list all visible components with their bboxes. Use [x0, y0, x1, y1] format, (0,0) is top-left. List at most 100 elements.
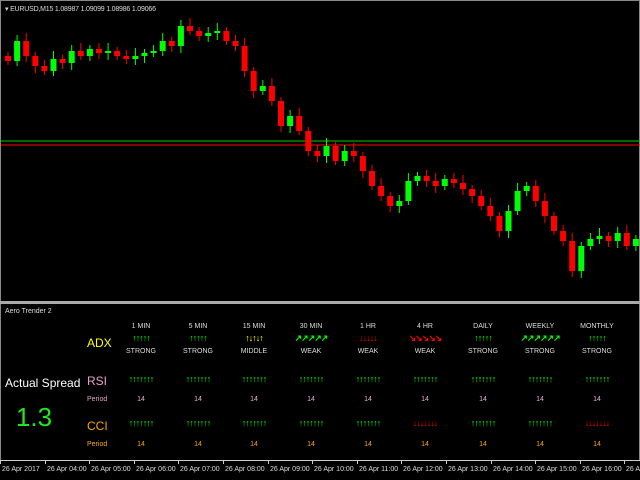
- candle: [232, 35, 239, 51]
- cci-arrows: ↑↑↑↑↑↑↑: [355, 418, 382, 428]
- candle: [241, 38, 248, 77]
- candle-body: [5, 56, 11, 61]
- candle-body: [150, 51, 157, 53]
- timeframe-label: DAILY: [473, 323, 493, 330]
- candle-body: [614, 233, 621, 241]
- axis-tick: [491, 461, 492, 464]
- candle: [596, 228, 603, 244]
- adx-arrows: ↑↑↑↑↑: [474, 333, 493, 343]
- rsi-period-value: 14: [593, 396, 601, 403]
- cci-period-value: 14: [137, 441, 145, 448]
- candle: [323, 138, 330, 163]
- candle-body: [632, 239, 639, 246]
- candle: [114, 47, 121, 60]
- rsi-period-value: 14: [250, 396, 258, 403]
- candle: [268, 78, 275, 106]
- timeframe-label: 15 MIN: [242, 323, 266, 330]
- candle: [560, 225, 567, 246]
- spread-label: Actual Spread: [5, 376, 81, 390]
- candle: [5, 52, 11, 65]
- candle: [441, 175, 448, 190]
- candle-body: [14, 41, 21, 61]
- candle-body: [296, 116, 303, 131]
- axis-tick: [134, 461, 135, 464]
- axis-tick: [401, 461, 402, 464]
- candle: [369, 165, 375, 190]
- candle-body: [96, 49, 102, 53]
- rsi-arrows: ↑↑↑↑↑↑↑: [470, 374, 497, 384]
- timeframe-label: WEEKLY: [525, 323, 555, 330]
- candle-body: [505, 211, 512, 231]
- candle: [578, 242, 585, 278]
- rsi-period-value: 14: [421, 396, 429, 403]
- candle: [378, 178, 385, 201]
- candle: [505, 205, 512, 238]
- cci-period-value: 14: [307, 441, 315, 448]
- candle: [68, 45, 75, 70]
- candle: [23, 33, 30, 62]
- candle-body: [278, 101, 284, 126]
- cci-arrows: ↑↑↑↑↑↑↑: [241, 418, 268, 428]
- candle-body: [350, 151, 357, 156]
- axis-tick: [89, 461, 90, 464]
- time-label: 26 Apr 13:00: [448, 466, 488, 473]
- cci-arrows: ↑↑↑↑↑↑↑: [185, 418, 212, 428]
- candle-body: [332, 146, 339, 161]
- adx-strength: WEAK: [300, 348, 322, 355]
- candle: [460, 175, 466, 195]
- axis-tick: [446, 461, 447, 464]
- candle: [159, 33, 166, 56]
- adx-strength: STRONG: [582, 348, 612, 355]
- candle: [414, 172, 421, 186]
- rsi-period-value: 14: [479, 396, 487, 403]
- candle: [341, 145, 348, 166]
- candle-body: [478, 196, 485, 206]
- cci-period-value: 14: [364, 441, 372, 448]
- time-label: 26 Apr 06:00: [136, 466, 176, 473]
- candle: [569, 233, 576, 277]
- time-label: 26 Apr 05:00: [91, 466, 131, 473]
- rsi-period-value: 14: [137, 396, 145, 403]
- candle: [350, 143, 357, 162]
- timeframe-label: 5 MIN: [188, 323, 208, 330]
- cci-arrows: ↓↓↓↓↓↓↓: [584, 418, 611, 428]
- adx-arrows: ↑↑↑↑↑: [588, 333, 607, 343]
- rsi-period-label: Period: [87, 396, 108, 403]
- candle-body: [532, 186, 539, 201]
- candle-body: [441, 179, 448, 186]
- indicator-panel: Aero Trender 2 Actual Spread 1.3 ADX RSI…: [0, 304, 640, 460]
- candle: [123, 50, 130, 64]
- candle: [314, 145, 321, 162]
- adx-strength: STRONG: [126, 348, 156, 355]
- candle-body: [496, 216, 503, 231]
- candle-body: [41, 66, 48, 71]
- candle-body: [541, 201, 548, 216]
- time-label: 26 Apr 08:00: [225, 466, 265, 473]
- candle-body: [605, 236, 612, 241]
- candle: [259, 80, 266, 95]
- rsi-arrows: ↑↑↑↑↑↑↑: [298, 374, 325, 384]
- candle-body: [514, 191, 521, 211]
- candle: [278, 97, 284, 132]
- spread-value: 1.3: [15, 402, 53, 432]
- candle: [305, 127, 312, 156]
- candle-body: [68, 51, 75, 63]
- axis-tick: [312, 461, 313, 464]
- candle: [359, 152, 366, 178]
- candle: [32, 52, 39, 73]
- candle-body: [77, 51, 84, 56]
- axis-tick: [0, 461, 1, 464]
- candle-body: [259, 86, 266, 91]
- price-chart[interactable]: ▾ EURUSD,M15 1.08987 1.09099 1.08986 1.0…: [0, 0, 640, 302]
- candle-body: [314, 151, 321, 156]
- rsi-arrows: ↑↑↑↑↑↑↑: [241, 374, 268, 384]
- candle: [450, 173, 457, 188]
- symbol-prices: EURUSD,M15 1.08987 1.09099 1.08986 1.090…: [10, 6, 156, 13]
- candlestick-plot: [1, 18, 640, 278]
- adx-arrows: ↗↗↗↗↗↗: [520, 333, 560, 343]
- candle: [514, 183, 521, 215]
- cci-period-value: 14: [194, 441, 202, 448]
- cci-arrows: ↑↑↑↑↑↑↑: [128, 418, 155, 428]
- symbol-info: ▾ EURUSD,M15 1.08987 1.09099 1.08986 1.0…: [5, 5, 156, 13]
- adx-strength: STRONG: [183, 348, 213, 355]
